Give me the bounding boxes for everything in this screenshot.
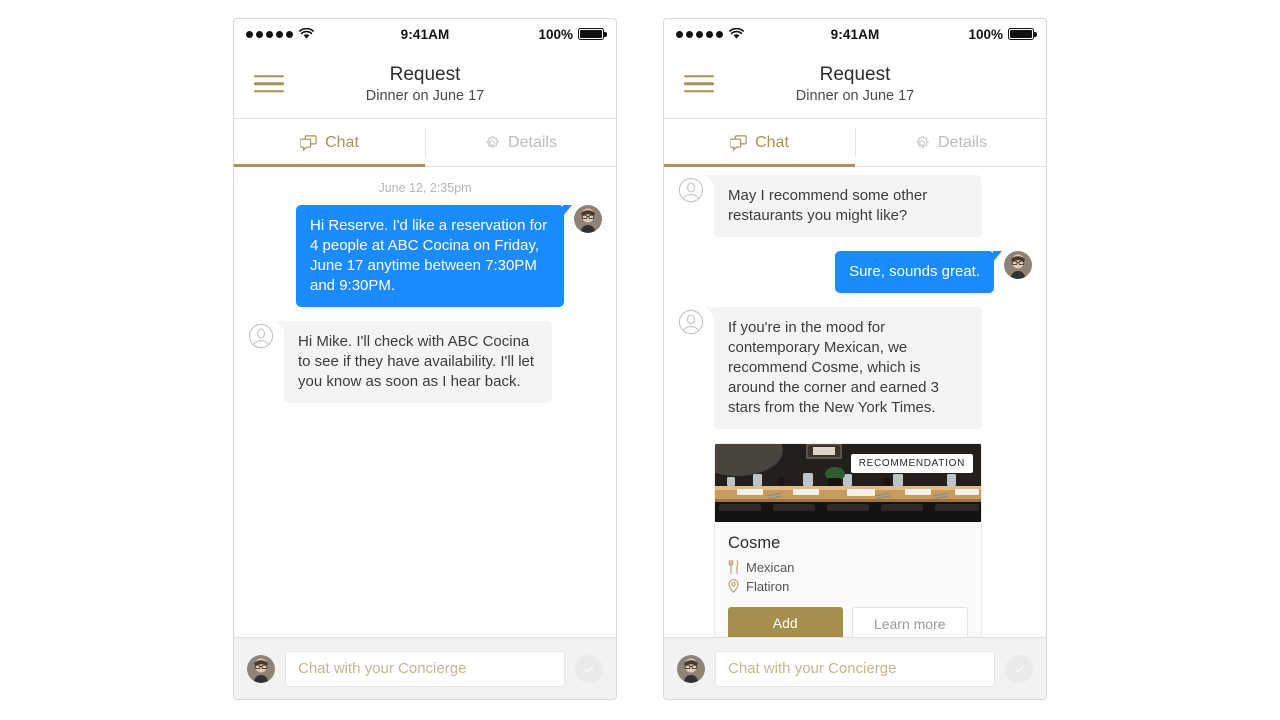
send-button[interactable] [1005,654,1033,683]
nav-bar: Request Dinner on June 17 [234,49,616,119]
user-avatar-photo [574,205,602,233]
signal-dot [696,30,703,38]
gear-icon [916,135,929,148]
status-bar: 9:41AM 100% [664,19,1046,49]
signal-dot [246,30,253,38]
tab-chat-label: Chat [325,133,359,151]
gear-icon [486,135,499,148]
cuisine-row: Mexican [728,560,968,575]
nav-titles: Request Dinner on June 17 [796,63,915,105]
avatar [574,205,602,233]
message-bubble-agent: Hi Mike. I'll check with ABC Cocina to s… [276,320,552,403]
tab-details-label: Details [938,133,987,151]
signal-dot [256,30,263,38]
message-bubble-user: Hi Reserve. I'd like a reservation for 4… [296,205,572,307]
restaurant-photo: RECOMMENDATION [715,443,981,522]
send-button[interactable] [575,654,603,683]
message-row-agent: If you're in the mood for contemporary M… [678,306,1032,429]
agent-avatar-icon [678,309,704,334]
card-body: Cosme Mexican Flatiron Add Learn more [715,522,981,637]
battery-percent-label: 100% [968,26,1003,42]
tab-bar: Chat Details [664,119,1046,167]
chat-input[interactable] [715,650,995,687]
battery-icon [1007,28,1037,40]
user-avatar-photo [677,654,705,683]
page-title: Request [819,63,891,85]
tab-bar: Chat Details [234,119,616,167]
status-bar: 9:41AM 100% [234,19,616,49]
add-button[interactable]: Add [728,606,843,637]
message-row-agent: Hi Mike. I'll check with ABC Cocina to s… [248,320,602,403]
signal-dot [276,30,283,38]
signal-dot [706,30,713,38]
phone-right: 9:41AM 100% Request Dinner on June 17 Ch… [663,18,1047,700]
chat-thread-left: June 12, 2:35pm Hi Reserve. I'd like a r… [234,167,616,637]
user-avatar-photo [247,654,275,683]
nav-bar: Request Dinner on June 17 [664,49,1046,119]
chat-thread-right: May I recommend some other restaurants y… [664,167,1046,637]
page-subtitle: Dinner on June 17 [365,88,485,105]
avatar [1004,250,1032,279]
chat-bubbles-icon [730,134,747,151]
hamburger-menu-icon[interactable] [254,70,284,98]
signal-indicator [676,28,794,40]
tab-details[interactable]: Details [855,119,1046,166]
screenshot-stage: 9:41AM 100% Request Dinner on June 17 Ch… [0,0,1280,720]
fork-knife-icon [728,560,739,574]
chat-bubbles-icon [300,134,317,151]
location-label: Flatiron [746,578,790,594]
checkmark-circle-icon [1014,665,1024,672]
composer-bar [234,637,616,699]
phone-left: 9:41AM 100% Request Dinner on June 17 Ch… [233,18,617,700]
message-row-user: Sure, sounds great. [678,250,1032,293]
page-subtitle: Dinner on June 17 [795,88,915,105]
composer-avatar [677,654,705,683]
learn-more-button[interactable]: Learn more [851,606,968,637]
chat-input[interactable] [285,650,565,687]
status-bar-time: 9:41AM [830,26,880,42]
composer-avatar [247,654,275,683]
nav-titles: Request Dinner on June 17 [366,63,485,105]
message-bubble-user: Sure, sounds great. [835,250,1002,293]
battery-indicator: 100% [916,26,1037,42]
card-actions: Add Learn more [728,606,968,637]
restaurant-name: Cosme [728,533,781,552]
message-row-user: Hi Reserve. I'd like a reservation for 4… [248,205,602,307]
message-row-agent: May I recommend some other restaurants y… [678,175,1032,237]
agent-avatar-icon [678,177,704,203]
location-row: Flatiron [728,579,968,594]
agent-avatar-icon [248,323,274,348]
signal-dot [266,30,273,38]
tab-chat[interactable]: Chat [234,119,425,167]
tab-details-label: Details [508,133,557,151]
signal-dot [716,30,723,38]
battery-percent-label: 100% [538,26,573,42]
user-avatar-photo [1004,250,1032,279]
recommendation-card[interactable]: RECOMMENDATION Cosme Mexican Flatiron Ad… [714,442,982,637]
chat-timestamp: June 12, 2:35pm [378,181,472,195]
signal-dot [676,30,683,38]
tab-details[interactable]: Details [425,119,616,166]
hamburger-menu-icon[interactable] [684,70,714,98]
checkmark-circle-icon [584,665,594,672]
wifi-icon [729,28,744,39]
page-title: Request [389,63,461,85]
signal-dot [686,30,693,38]
signal-indicator [246,28,364,40]
battery-indicator: 100% [486,26,607,42]
composer-bar [664,637,1046,699]
cuisine-label: Mexican [746,559,795,575]
message-bubble-agent: If you're in the mood for contemporary M… [706,306,982,429]
map-pin-icon [728,579,739,593]
tab-chat[interactable]: Chat [664,119,855,167]
status-bar-time: 9:41AM [400,26,450,42]
wifi-icon [299,28,314,39]
battery-icon [577,28,607,40]
message-bubble-agent: May I recommend some other restaurants y… [706,175,982,237]
recommendation-badge: RECOMMENDATION [850,453,973,473]
signal-dot [286,30,293,38]
tab-chat-label: Chat [755,133,789,151]
